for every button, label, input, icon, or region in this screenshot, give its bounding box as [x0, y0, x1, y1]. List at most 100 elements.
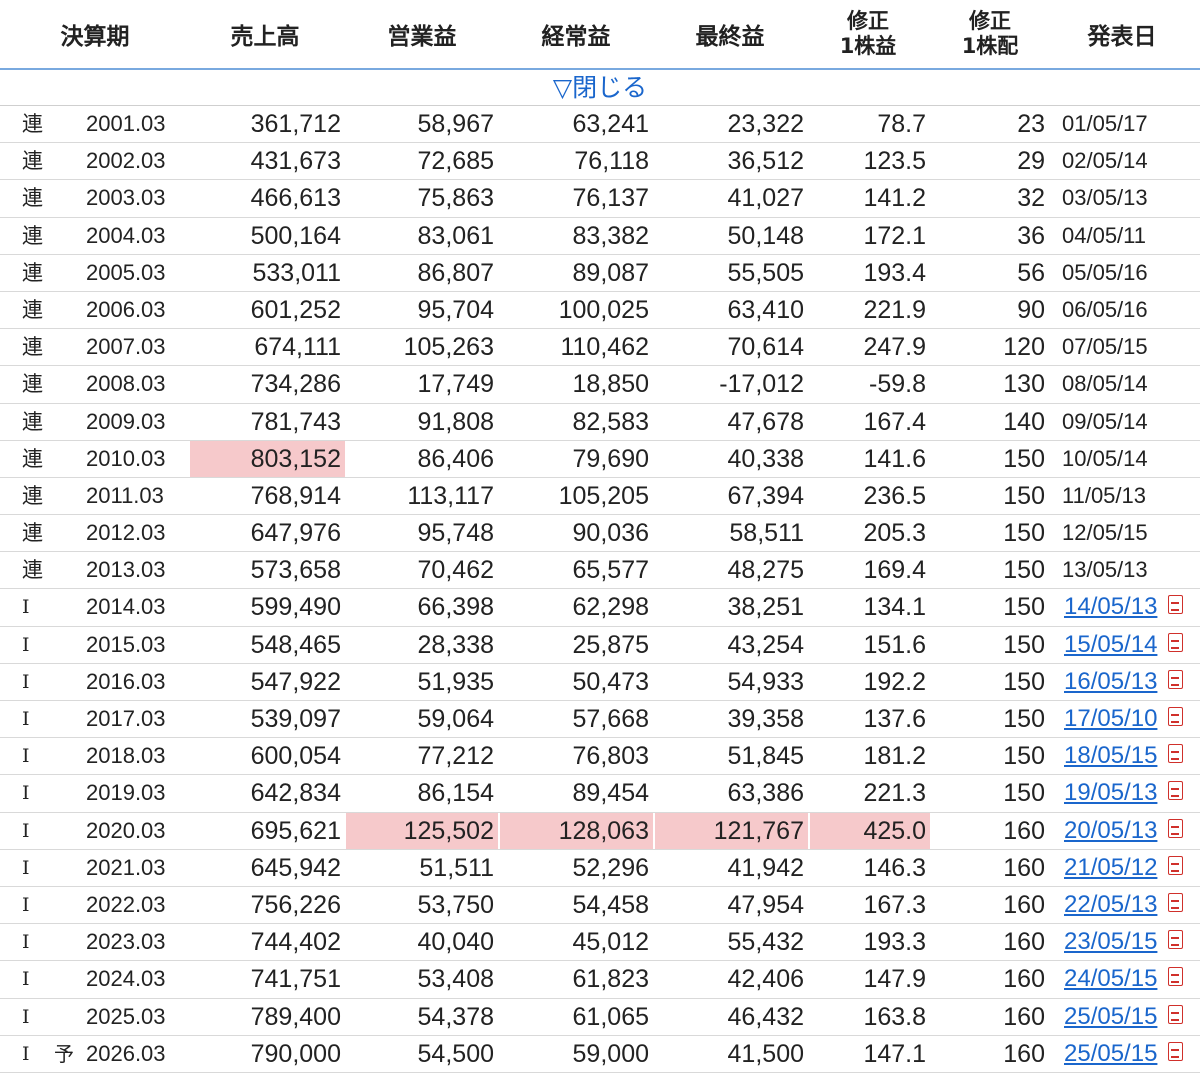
- announcement-date-link[interactable]: 14/05/13: [1064, 589, 1180, 625]
- cell-ord: 50,473: [572, 667, 649, 696]
- cell-op: 70,462: [417, 556, 494, 585]
- pdf-icon[interactable]: [1168, 930, 1183, 950]
- announcement-date-link[interactable]: 16/05/13: [1064, 664, 1180, 700]
- cell-eps: 192.2: [863, 667, 926, 696]
- announcement-date-link[interactable]: 25/05/15: [1064, 999, 1180, 1035]
- table-row: I 2024.03 741,751 53,408 61,823 42,406 147.9 16…: [0, 961, 1200, 999]
- cell-op: 105,263: [403, 333, 494, 362]
- header-operating: 営業益: [387, 24, 457, 50]
- accounting-type: 連: [22, 297, 43, 322]
- fiscal-period: 2022.03: [86, 891, 166, 917]
- cell-net: 63,410: [727, 295, 804, 324]
- accounting-type: I: [22, 893, 30, 916]
- cell-op: 58,967: [417, 110, 494, 138]
- pdf-icon[interactable]: [1168, 781, 1183, 801]
- fiscal-period: 2021.03: [86, 854, 166, 880]
- fiscal-period: 2003.03: [86, 185, 166, 211]
- cell-eps: 163.8: [863, 1002, 926, 1031]
- forecast-mark: [54, 813, 80, 849]
- cell-op: 51,935: [417, 667, 494, 696]
- cell-sales: 599,490: [250, 593, 341, 622]
- fiscal-period: 2015.03: [86, 631, 166, 657]
- pdf-icon[interactable]: [1168, 818, 1183, 838]
- cell-eps: 141.6: [863, 444, 926, 473]
- cell-eps: 247.9: [863, 333, 926, 362]
- pdf-icon[interactable]: [1168, 707, 1183, 726]
- fiscal-period: 2025.03: [86, 1003, 166, 1029]
- fiscal-period: 2004.03: [86, 222, 166, 248]
- forecast-mark: [54, 143, 80, 179]
- forecast-mark: [54, 887, 80, 923]
- pdf-icon[interactable]: [1168, 892, 1183, 912]
- cell-net: 67,394: [727, 481, 804, 510]
- cell-eps: 205.3: [863, 519, 926, 548]
- table-row: 連 2012.03 647,976 95,748 90,036 58,511 205.3 15…: [0, 515, 1200, 553]
- pdf-icon[interactable]: [1168, 595, 1183, 615]
- table-row: I 2021.03 645,942 51,511 52,296 41,942 146.3 16…: [0, 850, 1200, 887]
- pdf-icon[interactable]: [1168, 1041, 1183, 1061]
- cell-ord: 61,065: [572, 1002, 649, 1031]
- cell-ord: 62,298: [572, 593, 649, 622]
- cell-ord: 52,296: [572, 853, 649, 882]
- cell-div: 160: [1003, 890, 1045, 919]
- announcement-date-link[interactable]: 19/05/13: [1064, 775, 1180, 811]
- cell-ord: 63,241: [572, 110, 649, 138]
- announcement-date-link[interactable]: 23/05/15: [1064, 924, 1180, 960]
- cell-div: 150: [1003, 630, 1045, 659]
- announcement-date-link[interactable]: 24/05/15: [1064, 961, 1180, 997]
- cell-div: 160: [1003, 816, 1045, 845]
- forecast-mark: [54, 999, 80, 1035]
- pdf-icon[interactable]: [1168, 967, 1183, 987]
- accounting-type: I: [22, 819, 30, 842]
- pdf-icon[interactable]: [1168, 744, 1183, 764]
- cell-ord: 79,690: [572, 444, 649, 473]
- announcement-date: 12/05/15: [1062, 520, 1148, 546]
- cell-net: 70,614: [727, 333, 804, 362]
- pdf-icon[interactable]: [1168, 855, 1183, 875]
- cell-sales: 647,976: [250, 519, 341, 548]
- cell-div: 56: [1017, 258, 1045, 287]
- cell-sales: 573,658: [250, 556, 341, 585]
- cell-sales: 361,712: [250, 110, 341, 138]
- cell-net: 46,432: [727, 1002, 804, 1031]
- cell-net: 38,251: [727, 593, 804, 622]
- fiscal-period: 2011.03: [86, 482, 164, 508]
- announcement-date-link[interactable]: 25/05/15: [1064, 1036, 1180, 1072]
- announcement-date: 07/05/15: [1062, 334, 1148, 360]
- accounting-type: I: [22, 708, 30, 730]
- pdf-icon[interactable]: [1168, 669, 1183, 689]
- cell-ord: 45,012: [572, 928, 649, 957]
- cell-div: 36: [1017, 221, 1045, 250]
- cell-ord: 76,803: [572, 742, 649, 771]
- collapse-toggle-link[interactable]: ▽閉じる: [0, 70, 1200, 106]
- announcement-date-link[interactable]: 15/05/14: [1064, 627, 1180, 663]
- table-row: I 2015.03 548,465 28,338 25,875 43,254 151.6 15…: [0, 627, 1200, 664]
- cell-net: 55,505: [727, 258, 804, 287]
- cell-ord: 110,462: [560, 333, 649, 362]
- announcement-date-link[interactable]: 18/05/15: [1064, 738, 1180, 774]
- forecast-mark: [54, 701, 80, 737]
- cell-eps: 134.1: [863, 593, 926, 622]
- accounting-type: 連: [22, 186, 43, 211]
- cell-sales: 601,252: [250, 295, 341, 324]
- cell-ord: 83,382: [572, 221, 649, 250]
- announcement-date-link[interactable]: 20/05/13: [1064, 813, 1180, 849]
- cell-op: 86,406: [417, 444, 494, 473]
- announcement-date-link[interactable]: 22/05/13: [1064, 887, 1180, 923]
- cell-sales: 674,111: [254, 333, 341, 362]
- accounting-type: 連: [22, 260, 43, 285]
- announcement-date-link[interactable]: 17/05/10: [1064, 701, 1180, 737]
- accounting-type: 連: [22, 409, 43, 434]
- pdf-icon[interactable]: [1168, 632, 1183, 652]
- accounting-type: I: [22, 1005, 30, 1028]
- announcement-date: 09/05/14: [1062, 408, 1148, 434]
- cell-eps: 181.2: [863, 742, 926, 771]
- cell-eps: 167.4: [863, 407, 926, 436]
- table-row: 連 2002.03 431,673 72,685 76,118 36,512 123.5 29…: [0, 143, 1200, 181]
- announcement-date: 03/05/13: [1062, 185, 1148, 211]
- announcement-date-link[interactable]: 21/05/12: [1064, 850, 1180, 886]
- pdf-icon[interactable]: [1168, 1004, 1183, 1024]
- cell-sales: 790,000: [250, 1039, 341, 1068]
- table-header: 決算期 売上高 営業益 経常益 最終益 修正 1株益 修正 1株配 発表日: [0, 0, 1200, 70]
- cell-op: 86,807: [417, 258, 494, 287]
